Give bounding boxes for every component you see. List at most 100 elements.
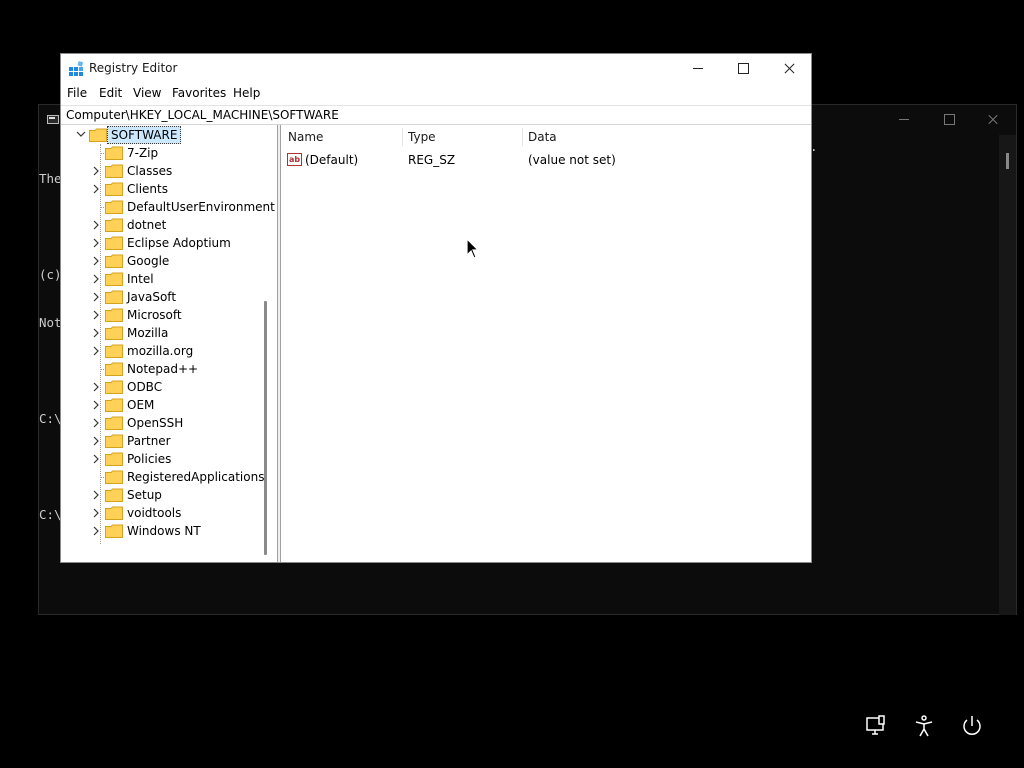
tree-node-label[interactable]: RegisteredApplications (127, 469, 264, 485)
column-header-type[interactable]: Type (408, 125, 436, 149)
tree-node[interactable]: Microsoft (61, 306, 277, 324)
column-header-data[interactable]: Data (528, 125, 557, 149)
tree-node-label-selected[interactable]: SOFTWARE (107, 126, 182, 144)
tree-node-label[interactable]: Classes (127, 163, 172, 179)
chevron-right-icon[interactable] (92, 382, 100, 392)
tree-node-label[interactable]: Partner (127, 433, 171, 449)
tree-node[interactable]: 7-Zip (61, 144, 277, 162)
chevron-right-icon[interactable] (92, 184, 100, 194)
chevron-right-icon[interactable] (92, 400, 100, 410)
tree-node[interactable]: Classes (61, 162, 277, 180)
chevron-right-icon[interactable] (92, 256, 100, 266)
folder-icon (105, 290, 123, 304)
tree-node-label[interactable]: DefaultUserEnvironment (127, 199, 275, 215)
minimize-button[interactable] (675, 54, 721, 83)
chevron-right-icon[interactable] (92, 166, 100, 176)
chevron-right-icon[interactable] (92, 346, 100, 356)
chevron-right-icon[interactable] (92, 238, 100, 248)
tree-node-label[interactable]: Clients (127, 181, 168, 197)
folder-icon (105, 398, 123, 412)
menu-help[interactable]: Help (233, 86, 260, 100)
tree-node[interactable]: Google (61, 252, 277, 270)
menu-favorites[interactable]: Favorites (172, 86, 226, 100)
chevron-right-icon[interactable] (92, 490, 100, 500)
tree-node-label[interactable]: dotnet (127, 217, 166, 233)
tree-node[interactable]: Windows NT (61, 522, 277, 540)
tree-node[interactable]: Partner (61, 432, 277, 450)
chevron-right-icon[interactable] (92, 508, 100, 518)
tree-node[interactable]: RegisteredApplications (61, 468, 277, 486)
console-close-button[interactable] (983, 111, 1003, 129)
menu-edit[interactable]: Edit (99, 86, 122, 100)
tree-node[interactable]: Eclipse Adoptium (61, 234, 277, 252)
chevron-right-icon[interactable] (92, 292, 100, 302)
chevron-right-icon[interactable] (92, 310, 100, 320)
console-scrollbar[interactable] (999, 135, 1016, 615)
tree-node[interactable]: voidtools (61, 504, 277, 522)
tree-node[interactable]: ODBC (61, 378, 277, 396)
menu-view[interactable]: View (133, 86, 161, 100)
tree-node-label[interactable]: Intel (127, 271, 154, 287)
chevron-right-icon[interactable] (92, 274, 100, 284)
tree-node-label[interactable]: Setup (127, 487, 162, 503)
tree-node[interactable]: Intel (61, 270, 277, 288)
tree-node-label[interactable]: Policies (127, 451, 171, 467)
tree-node-label[interactable]: mozilla.org (127, 343, 193, 359)
value-row[interactable]: ab (Default) REG_SZ (value not set) (281, 151, 811, 169)
folder-icon (105, 524, 123, 538)
column-header-name[interactable]: Name (288, 125, 323, 149)
network-icon[interactable] (864, 714, 888, 738)
power-icon[interactable] (960, 714, 984, 738)
tree-node[interactable]: JavaSoft (61, 288, 277, 306)
tree-node-label[interactable]: 7-Zip (127, 145, 158, 161)
address-bar[interactable]: Computer\HKEY_LOCAL_MACHINE\SOFTWARE (61, 105, 811, 125)
tree-node-label[interactable]: ODBC (127, 379, 162, 395)
console-minimize-button[interactable] (894, 111, 914, 129)
close-button[interactable] (766, 54, 812, 83)
tree-node-label[interactable]: voidtools (127, 505, 181, 521)
tree-node[interactable]: Mozilla (61, 324, 277, 342)
chevron-right-icon[interactable] (92, 418, 100, 428)
tree-node-label[interactable]: OpenSSH (127, 415, 183, 431)
tree-node-label[interactable]: Notepad++ (127, 361, 198, 377)
accessibility-icon[interactable] (912, 714, 936, 738)
registry-editor-window[interactable]: Registry Editor File Edit View Favorites… (60, 53, 812, 563)
tree-node-label[interactable]: Eclipse Adoptium (127, 235, 231, 251)
tree-node[interactable]: Clients (61, 180, 277, 198)
tree-node-label[interactable]: Mozilla (127, 325, 168, 341)
console-scroll-thumb[interactable] (1006, 153, 1009, 169)
chevron-down-icon[interactable] (76, 129, 86, 139)
tree-node[interactable]: DefaultUserEnvironment (61, 198, 277, 216)
console-maximize-button[interactable] (939, 111, 959, 129)
tree-node[interactable]: Policies (61, 450, 277, 468)
maximize-button[interactable] (720, 54, 766, 83)
tree-node[interactable]: Notepad++ (61, 360, 277, 378)
chevron-right-icon[interactable] (92, 328, 100, 338)
column-divider[interactable] (522, 128, 523, 146)
registry-key-tree[interactable]: SOFTWARE 7-Zip Classes Clients DefaultUserE… (61, 125, 277, 562)
tree-node-label[interactable]: Windows NT (127, 523, 201, 539)
tree-node-label[interactable]: JavaSoft (127, 289, 176, 305)
chevron-right-icon[interactable] (92, 454, 100, 464)
tree-node-software[interactable]: SOFTWARE (61, 125, 277, 145)
tree-node-label[interactable]: OEM (127, 397, 154, 413)
tree-node[interactable]: OpenSSH (61, 414, 277, 432)
menu-file[interactable]: File (67, 86, 87, 100)
tree-node[interactable]: Setup (61, 486, 277, 504)
tree-node[interactable]: mozilla.org (61, 342, 277, 360)
regedit-titlebar[interactable]: Registry Editor (61, 54, 811, 83)
chevron-right-icon[interactable] (92, 526, 100, 536)
value-name[interactable]: (Default) (305, 152, 358, 168)
tree-node[interactable]: dotnet (61, 216, 277, 234)
tree-node-label[interactable]: Google (127, 253, 169, 269)
chevron-right-icon[interactable] (92, 436, 100, 446)
folder-icon (105, 236, 123, 250)
registry-values-list[interactable]: Name Type Data ab (Default) REG_SZ (valu… (281, 125, 811, 562)
tree-node-label[interactable]: Microsoft (127, 307, 182, 323)
chevron-right-icon[interactable] (92, 220, 100, 230)
tree-vertical-scrollbar[interactable] (264, 301, 267, 555)
column-divider[interactable] (402, 128, 403, 146)
folder-icon (105, 272, 123, 286)
tree-node[interactable]: OEM (61, 396, 277, 414)
address-path[interactable]: Computer\HKEY_LOCAL_MACHINE\SOFTWARE (66, 108, 339, 122)
